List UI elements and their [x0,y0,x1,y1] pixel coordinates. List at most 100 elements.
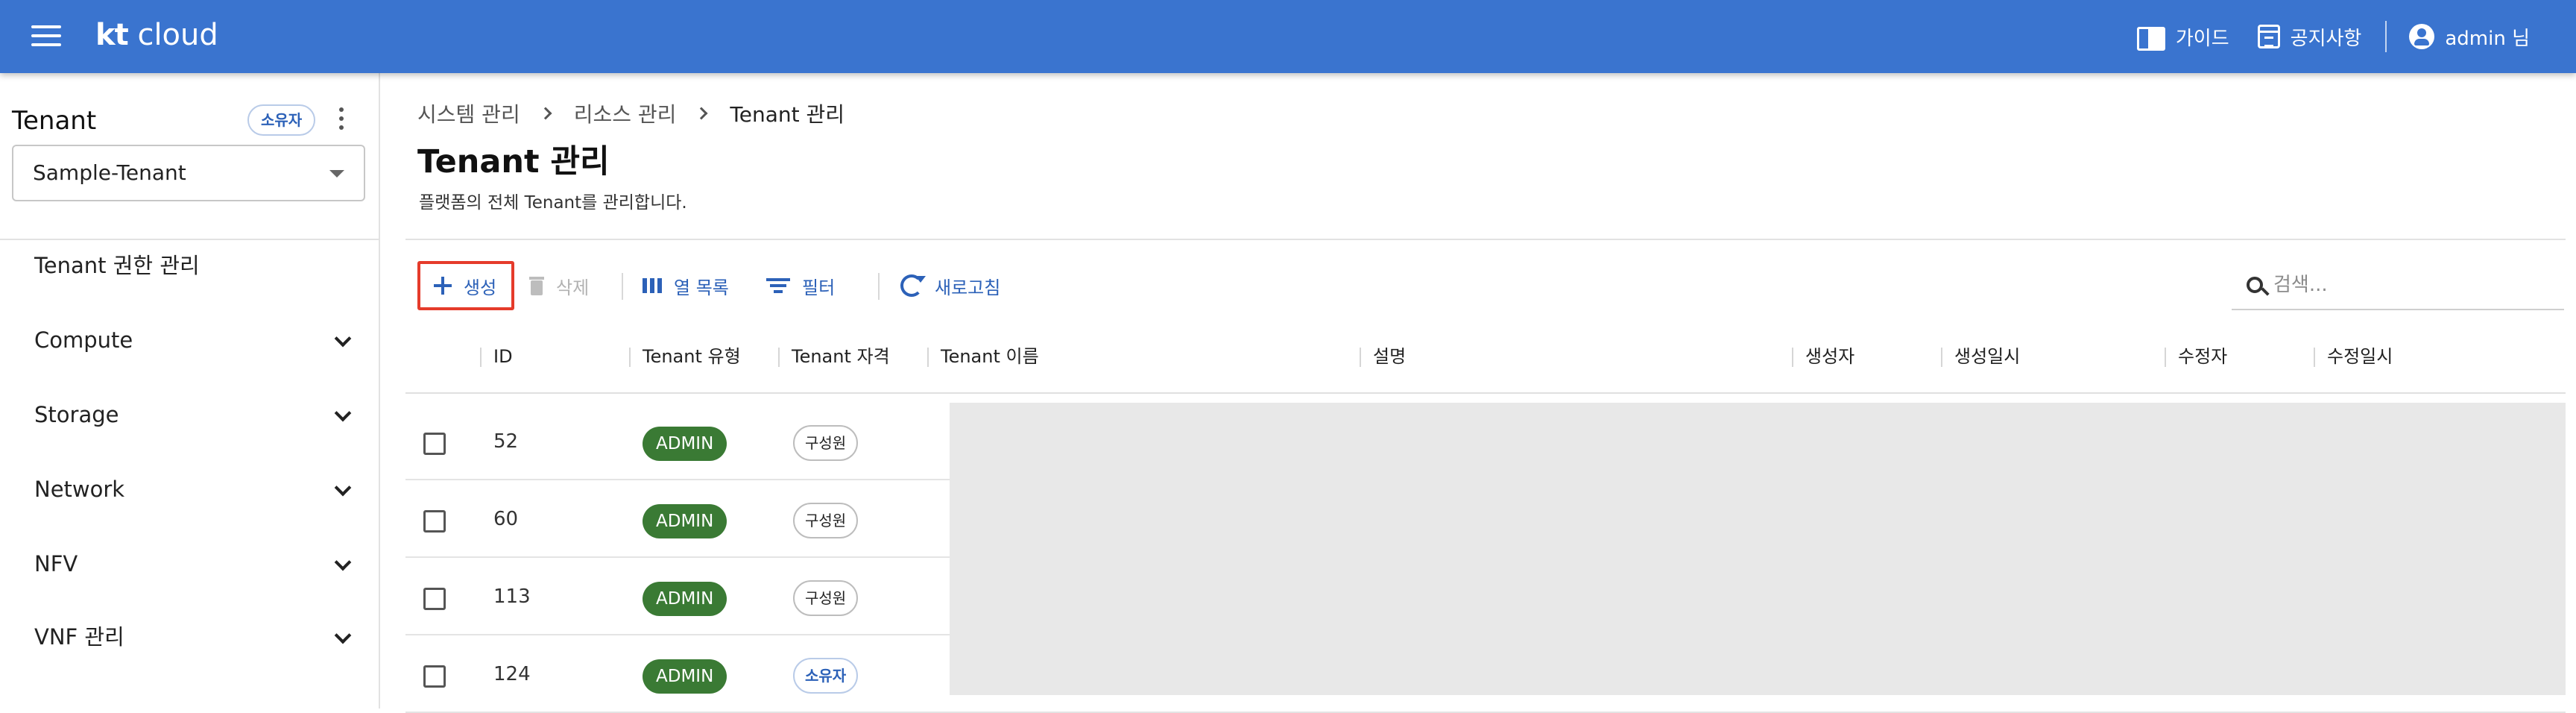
breadcrumb: 시스템 관리 리소스 관리 Tenant 관리 [417,98,845,128]
sidebar-divider [0,239,379,240]
chevron-down-icon [334,330,352,348]
column-separator [2165,348,2166,367]
toolbar-divider [878,273,880,300]
dropdown-arrow-icon [329,170,344,178]
delete-button[interactable]: 삭제 [529,261,589,310]
breadcrumb-item-system[interactable]: 시스템 관리 [417,98,520,128]
header-divider [2385,21,2387,52]
user-label: admin 님 [2445,27,2530,50]
redacted-region [950,403,2566,695]
row-checkbox[interactable] [423,433,446,455]
menu-icon[interactable] [31,25,61,48]
breadcrumb-item-resource[interactable]: 리소스 관리 [574,98,677,128]
sidebar-item-label: Network [34,477,125,502]
tenant-select[interactable]: Sample-Tenant [12,145,365,201]
row-checkbox[interactable] [423,665,446,688]
chevron-down-icon [334,626,352,644]
tenant-role-chip: 구성원 [793,580,859,616]
sidebar-title: Tenant [12,106,97,136]
cell-id: 124 [493,663,531,685]
breadcrumb-item-current: Tenant 관리 [730,102,845,127]
sidebar-item-label: NFV [34,551,78,577]
refresh-button[interactable]: 새로고침 [900,261,1000,310]
column-header-type[interactable]: Tenant 유형 [643,319,741,394]
sidebar-item-network[interactable]: Network [34,467,355,512]
sidebar-item-label: Compute [34,327,133,353]
cell-id: 113 [493,585,531,608]
tenant-type-chip: ADMIN [643,427,727,461]
column-separator [1792,348,1793,367]
search-input[interactable] [2273,274,2549,296]
column-header-role[interactable]: Tenant 자격 [792,319,890,394]
tenant-type-chip: ADMIN [643,582,727,616]
columns-label: 열 목록 [674,277,729,298]
tenant-select-value: Sample-Tenant [33,160,186,185]
main-content: 시스템 관리 리소스 관리 Tenant 관리 Tenant 관리 플랫폼의 전… [380,73,2576,713]
column-separator [778,348,780,367]
chevron-right-icon [539,107,552,120]
toolbar-divider [622,273,623,300]
trash-icon [529,276,544,295]
search-field[interactable] [2232,261,2564,310]
row-checkbox[interactable] [423,510,446,533]
header-divider [405,239,2566,240]
sidebar-item-vnf[interactable]: VNF 관리 [34,615,355,659]
cell-id: 60 [493,508,519,530]
search-icon [2247,277,2263,293]
refresh-icon [900,274,926,297]
chevron-right-icon [695,107,708,120]
create-button[interactable]: 생성 [417,261,514,310]
user-menu[interactable]: admin 님 [2409,23,2530,51]
tenant-role-chip: 소유자 [793,658,859,694]
column-separator [1941,348,1942,367]
sidebar-item-nfv[interactable]: NFV [34,541,355,586]
filter-button[interactable]: 필터 [766,261,835,310]
sidebar-item-label: Tenant 권한 관리 [34,253,200,278]
column-separator [1360,348,1361,367]
delete-label: 삭제 [556,277,590,298]
top-app-bar: kt cloud 가이드 공지사항 admin 님 [0,0,2576,73]
filter-label: 필터 [802,277,836,298]
page-description: 플랫폼의 전체 Tenant를 관리합니다. [419,193,687,213]
sidebar-item-storage[interactable]: Storage [34,392,355,437]
table-toolbar: 생성 삭제 열 목록 필터 새로고침 [405,261,2567,310]
column-header-name[interactable]: Tenant 이름 [941,319,1039,394]
row-checkbox[interactable] [423,588,446,610]
tenant-role-chip: 구성원 [793,425,859,461]
column-header-modified-at[interactable]: 수정일시 [2327,319,2393,394]
chevron-down-icon [334,479,352,497]
sidebar: Tenant 소유자 Sample-Tenant Tenant 권한 관리 Co… [0,73,380,709]
book-icon [2136,25,2165,51]
column-header-modifier[interactable]: 수정자 [2178,319,2227,394]
more-vert-icon[interactable] [334,107,349,134]
column-separator [629,348,631,367]
owner-badge: 소유자 [247,104,316,136]
sidebar-item-tenant-permissions[interactable]: Tenant 권한 관리 [34,243,355,288]
column-separator [480,348,482,367]
notice-link[interactable]: 공지사항 [2257,23,2362,51]
column-header-created-at[interactable]: 생성일시 [1954,319,2020,394]
sidebar-item-label: VNF 관리 [34,624,124,650]
sidebar-item-label: Storage [34,402,119,427]
kt-cloud-logo[interactable]: kt cloud [95,18,218,52]
filter-icon [766,277,790,295]
columns-button[interactable]: 열 목록 [643,261,729,310]
column-separator [2314,348,2315,367]
column-header-creator[interactable]: 생성자 [1805,319,1854,394]
view-column-icon [643,278,662,293]
account-circle-icon [2409,24,2435,49]
refresh-label: 새로고침 [935,277,1001,298]
guide-link[interactable]: 가이드 [2136,23,2229,51]
create-label: 생성 [464,277,497,298]
sidebar-item-compute[interactable]: Compute [34,318,355,362]
tenant-type-chip: ADMIN [643,504,727,538]
tenant-type-chip: ADMIN [643,659,727,694]
column-header-id[interactable]: ID [493,319,513,394]
chevron-down-icon [334,404,352,422]
calendar-icon [2257,25,2280,48]
guide-label: 가이드 [2175,27,2229,50]
column-header-description[interactable]: 설명 [1373,319,1406,394]
tenant-role-chip: 구성원 [793,503,859,538]
add-icon [434,277,452,295]
notice-label: 공지사항 [2290,27,2362,50]
